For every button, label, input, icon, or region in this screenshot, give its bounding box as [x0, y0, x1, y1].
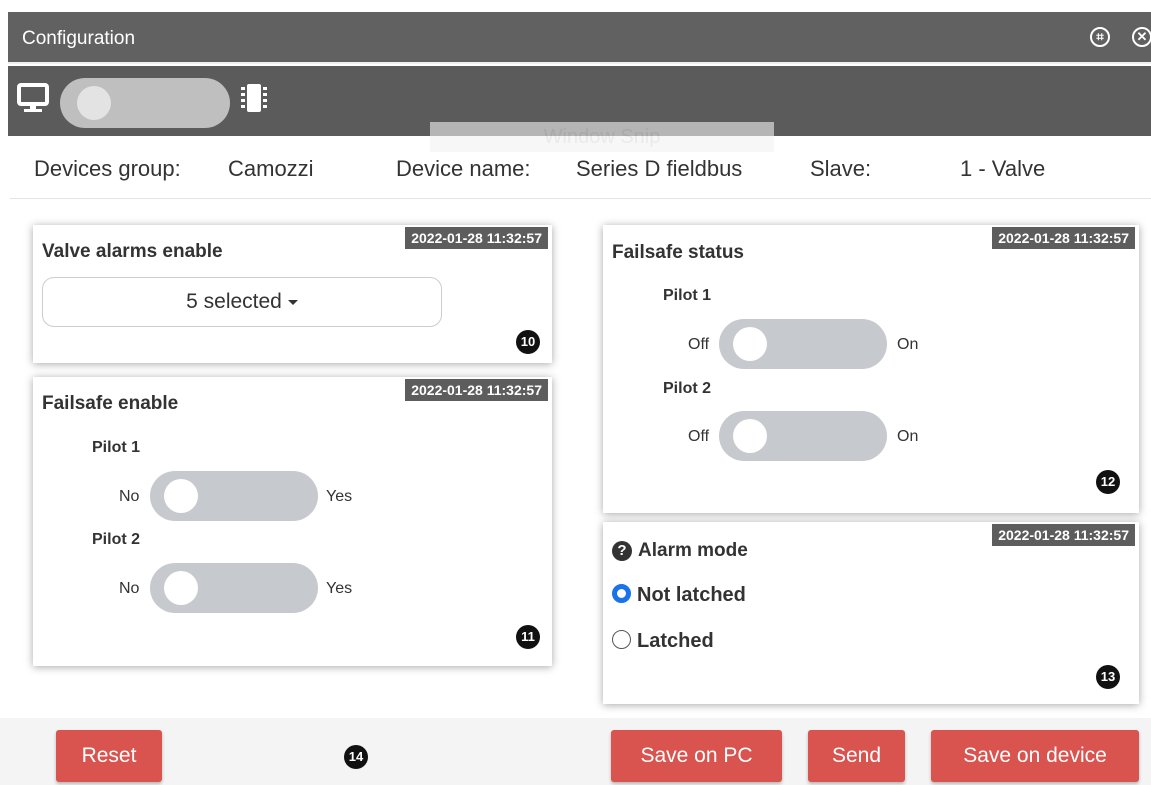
chip-icon: [241, 84, 267, 112]
card-title: Failsafe status: [612, 242, 744, 263]
reset-button[interactable]: Reset: [56, 730, 162, 782]
switch-off-label: Off: [688, 428, 710, 445]
switch-on-label: On: [897, 428, 919, 445]
callout-number: 13: [1096, 665, 1120, 689]
callout-number: 12: [1096, 470, 1120, 494]
switch-knob[interactable]: [164, 479, 198, 513]
timestamp-badge: 2022-01-28 11:32:57: [405, 379, 548, 401]
timestamp-badge: 2022-01-28 11:32:57: [405, 227, 548, 249]
restore-icon[interactable]: ⌗: [1090, 27, 1110, 47]
action-footer: Reset 14 Save on PC Send Save on device: [0, 718, 1151, 785]
send-button[interactable]: Send: [808, 730, 905, 782]
save-on-pc-button[interactable]: Save on PC: [611, 730, 782, 782]
switch-off-label: Off: [688, 336, 710, 353]
timestamp-badge: 2022-01-28 11:32:57: [992, 227, 1135, 249]
valve-alarms-card: 2022-01-28 11:32:57 Valve alarms enable …: [33, 225, 552, 363]
device-name-label: Device name:: [396, 156, 531, 181]
switch-off-label: No: [119, 488, 140, 505]
save-on-device-button[interactable]: Save on device: [931, 730, 1139, 782]
close-icon[interactable]: ✕: [1132, 27, 1151, 47]
timestamp-badge: 2022-01-28 11:32:57: [992, 524, 1135, 546]
valve-alarms-multiselect[interactable]: 5 selected: [42, 277, 442, 327]
alarm-mode-card: 2022-01-28 11:32:57 ? Alarm mode Not latc…: [603, 522, 1139, 704]
callout-number: 11: [516, 625, 540, 649]
radio-latched[interactable]: Latched: [612, 630, 714, 653]
pilot-2-failsafe-switch[interactable]: [150, 563, 318, 613]
radio-label: Latched: [637, 630, 714, 652]
pilot-2-label: Pilot 2: [92, 531, 141, 548]
card-title: Alarm mode: [638, 540, 748, 561]
window-snip-overlay: Window Snip: [430, 122, 774, 152]
info-divider: [10, 198, 1151, 199]
failsafe-status-card: 2022-01-28 11:32:57 Failsafe status Pilo…: [603, 225, 1139, 513]
pilot-1-label: Pilot 1: [92, 439, 141, 456]
slave-label: Slave:: [810, 156, 872, 181]
switch-knob[interactable]: [164, 571, 198, 605]
devices-group-value: Camozzi: [228, 156, 314, 181]
pilot-1-label: Pilot 1: [663, 287, 712, 304]
window-title: Configuration: [22, 28, 136, 49]
toggle-knob[interactable]: [77, 86, 111, 120]
switch-on-label: On: [897, 336, 919, 353]
switch-knob[interactable]: [733, 419, 767, 453]
caret-down-icon: [287, 299, 298, 305]
pilot-1-failsafe-switch[interactable]: [150, 471, 318, 521]
radio-selected-icon[interactable]: [612, 584, 631, 603]
window-titlebar: Configuration ⌗ ✕: [8, 12, 1151, 64]
pc-device-toggle[interactable]: [60, 78, 230, 128]
callout-number: 14: [344, 745, 368, 769]
callout-number: 10: [516, 330, 540, 354]
card-title-row: ? Alarm mode: [612, 540, 748, 562]
pilot-2-label: Pilot 2: [663, 380, 712, 397]
question-circle-icon[interactable]: ?: [612, 541, 632, 561]
radio-unselected-icon[interactable]: [612, 630, 631, 649]
switch-knob[interactable]: [733, 327, 767, 361]
radio-label: Not latched: [637, 584, 746, 606]
switch-on-label: Yes: [326, 488, 353, 505]
monitor-icon: [17, 83, 49, 112]
pilot-2-status-switch[interactable]: [719, 411, 887, 461]
device-name-value: Series D fieldbus: [576, 156, 743, 181]
radio-not-latched[interactable]: Not latched: [612, 584, 746, 607]
device-info-row: Devices group: Camozzi Device name: Seri…: [0, 150, 1151, 196]
card-title: Valve alarms enable: [42, 241, 223, 262]
failsafe-enable-card: 2022-01-28 11:32:57 Failsafe enable Pilo…: [33, 377, 552, 666]
pilot-1-status-switch[interactable]: [719, 319, 887, 369]
switch-on-label: Yes: [326, 580, 353, 597]
dropdown-value: 5 selected: [186, 290, 282, 313]
top-margin: [0, 0, 1151, 12]
devices-group-label: Devices group:: [34, 156, 181, 181]
slave-value: 1 - Valve: [960, 156, 1046, 181]
switch-off-label: No: [119, 580, 140, 597]
card-title: Failsafe enable: [42, 393, 179, 414]
